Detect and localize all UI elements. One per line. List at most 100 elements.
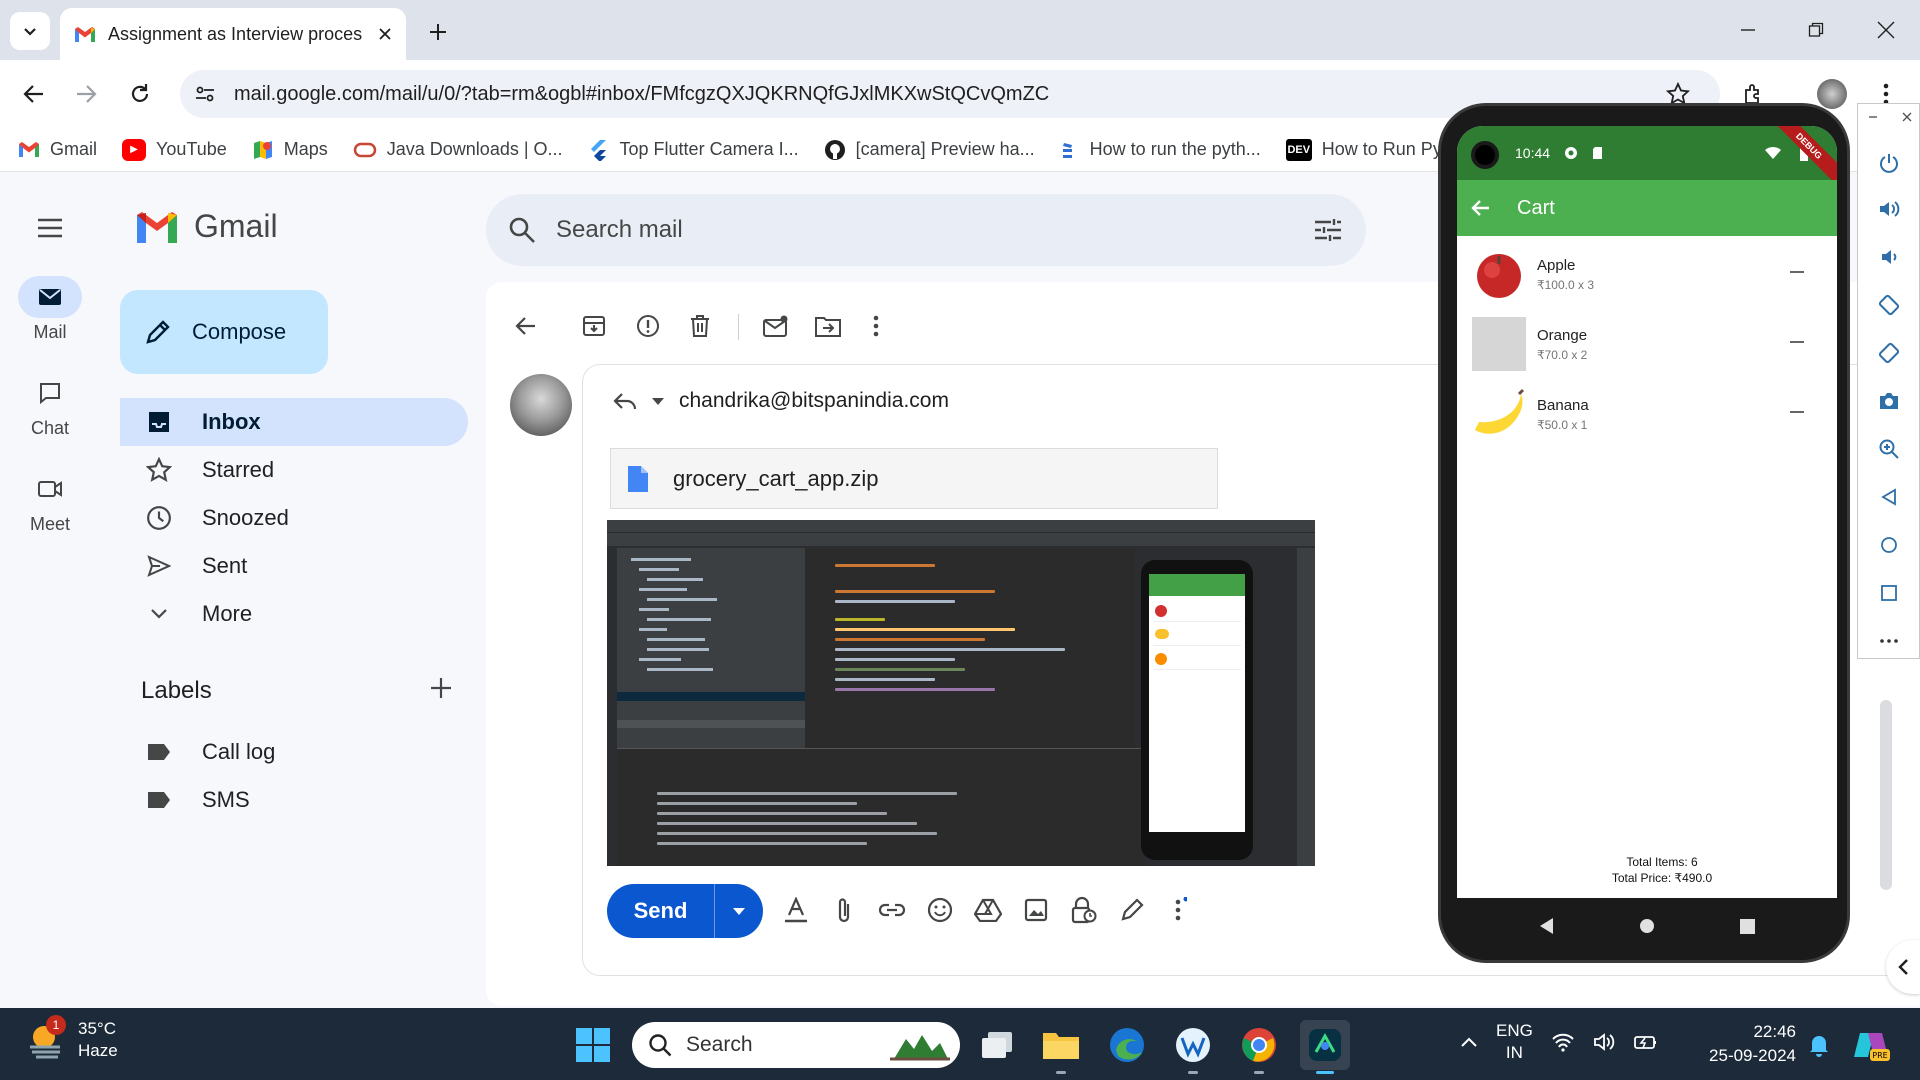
bookmark-camera-preview[interactable]: [camera] Preview ha... bbox=[824, 139, 1035, 161]
rail-chat[interactable]: Chat bbox=[0, 372, 100, 439]
emulator-back-button[interactable] bbox=[1872, 480, 1906, 514]
minimize-icon[interactable] bbox=[1868, 112, 1878, 122]
nav-more[interactable]: More bbox=[120, 590, 468, 638]
insert-photo-button[interactable] bbox=[1016, 890, 1056, 930]
search-icon[interactable] bbox=[508, 216, 536, 244]
label-call-log[interactable]: Call log bbox=[120, 728, 468, 776]
close-icon[interactable] bbox=[378, 27, 392, 41]
remove-item-button[interactable] bbox=[1787, 402, 1807, 422]
insert-signature-button[interactable] bbox=[1112, 890, 1152, 930]
rail-mail[interactable]: Mail bbox=[0, 276, 100, 343]
more-actions-button[interactable] bbox=[856, 306, 896, 346]
power-button[interactable] bbox=[1872, 146, 1906, 180]
cart-item-banana[interactable]: Banana ₹50.0 x 1 bbox=[1471, 384, 1821, 444]
mark-unread-button[interactable] bbox=[756, 306, 796, 346]
bookmark-gmail[interactable]: Gmail bbox=[18, 139, 97, 160]
nav-home-icon[interactable] bbox=[1639, 918, 1655, 934]
formatting-options-button[interactable] bbox=[776, 890, 816, 930]
start-button[interactable] bbox=[568, 1020, 618, 1070]
new-tab-button[interactable] bbox=[420, 14, 456, 50]
minimize-button[interactable] bbox=[1724, 10, 1772, 50]
restore-button[interactable] bbox=[1792, 10, 1840, 50]
bookmark-java-downloads[interactable]: Java Downloads | O... bbox=[353, 139, 563, 160]
reload-button[interactable] bbox=[120, 74, 160, 114]
remove-item-button[interactable] bbox=[1787, 262, 1807, 282]
nav-back-icon[interactable] bbox=[1539, 917, 1555, 935]
search-input[interactable]: Search mail bbox=[486, 194, 1366, 266]
remove-item-button[interactable] bbox=[1787, 332, 1807, 352]
browser-tab-active[interactable]: Assignment as Interview proces bbox=[60, 8, 406, 60]
chevron-up-icon[interactable] bbox=[1460, 1036, 1478, 1048]
bookmark-run-pyth[interactable]: DEV How to Run Pyth bbox=[1285, 138, 1457, 161]
ide-screenshot-image[interactable] bbox=[607, 520, 1315, 866]
nav-inbox[interactable]: Inbox bbox=[120, 398, 468, 446]
cart-item-apple[interactable]: Apple ₹100.0 x 3 bbox=[1471, 244, 1821, 304]
bookmark-maps[interactable]: Maps bbox=[252, 139, 328, 161]
emulator-more-button[interactable] bbox=[1872, 624, 1906, 658]
confidential-mode-button[interactable] bbox=[1064, 890, 1104, 930]
nav-starred[interactable]: Starred bbox=[120, 446, 468, 494]
emulator-overview-button[interactable] bbox=[1872, 576, 1906, 610]
create-label-button[interactable] bbox=[425, 672, 457, 704]
insert-link-button[interactable] bbox=[872, 890, 912, 930]
main-menu-button[interactable] bbox=[30, 208, 70, 248]
nav-sent[interactable]: Sent bbox=[120, 542, 468, 590]
input-language[interactable]: ENG IN bbox=[1496, 1020, 1533, 1064]
rotate-right-button[interactable] bbox=[1872, 336, 1906, 370]
move-to-button[interactable] bbox=[808, 306, 848, 346]
taskbar-app-w[interactable] bbox=[1168, 1020, 1218, 1074]
bookmark-youtube[interactable]: ▶ YouTube bbox=[122, 138, 227, 161]
taskbar-edge[interactable] bbox=[1102, 1020, 1152, 1070]
forward-button[interactable] bbox=[66, 74, 106, 114]
back-to-inbox-button[interactable] bbox=[506, 306, 546, 346]
rotate-left-button[interactable] bbox=[1872, 288, 1906, 322]
delete-button[interactable] bbox=[680, 306, 720, 346]
bookmark-run-python[interactable]: How to run the pyth... bbox=[1060, 139, 1261, 161]
report-spam-button[interactable] bbox=[628, 306, 668, 346]
sender-avatar[interactable] bbox=[510, 374, 572, 436]
back-arrow-icon[interactable] bbox=[1471, 198, 1491, 218]
tab-search-button[interactable] bbox=[10, 12, 50, 50]
label-sms[interactable]: SMS bbox=[120, 776, 468, 824]
nav-snoozed[interactable]: Snoozed bbox=[120, 494, 468, 542]
reply-icon[interactable] bbox=[613, 391, 637, 411]
attachment-chip[interactable]: grocery_cart_app.zip bbox=[610, 448, 1218, 509]
recipient-email[interactable]: chandrika@bitspanindia.com bbox=[679, 389, 949, 413]
volume-down-button[interactable] bbox=[1872, 240, 1906, 274]
zoom-button[interactable] bbox=[1872, 432, 1906, 466]
volume-up-button[interactable] bbox=[1872, 192, 1906, 226]
screenshot-button[interactable] bbox=[1872, 384, 1906, 418]
emulator-home-button[interactable] bbox=[1872, 528, 1906, 562]
nav-recents-icon[interactable] bbox=[1739, 918, 1755, 934]
more-options-button[interactable] bbox=[1160, 890, 1200, 930]
archive-button[interactable] bbox=[574, 306, 614, 346]
schedule-send-button[interactable] bbox=[715, 884, 763, 938]
caret-down-icon[interactable] bbox=[651, 396, 665, 406]
gmail-logo[interactable]: Gmail bbox=[134, 208, 278, 245]
weather-widget[interactable]: 1 35°C Haze bbox=[26, 1015, 118, 1062]
wifi-icon[interactable] bbox=[1551, 1032, 1575, 1052]
taskbar-chrome[interactable] bbox=[1234, 1020, 1284, 1074]
volume-icon[interactable] bbox=[1593, 1032, 1615, 1052]
taskbar-android-studio[interactable] bbox=[1300, 1020, 1350, 1074]
cart-item-orange[interactable]: Orange ₹70.0 x 2 bbox=[1471, 314, 1821, 374]
clock[interactable]: 22:46 25-09-2024 bbox=[1700, 1020, 1796, 1068]
window-close-button[interactable] bbox=[1862, 10, 1910, 50]
notifications-button[interactable] bbox=[1794, 1020, 1844, 1070]
bookmark-flutter-camera[interactable]: Top Flutter Camera I... bbox=[588, 139, 799, 161]
battery-charging-icon[interactable] bbox=[1633, 1032, 1659, 1052]
taskbar-file-explorer[interactable] bbox=[1036, 1020, 1086, 1074]
copilot-button[interactable]: PRE bbox=[1846, 1020, 1896, 1070]
insert-emoji-button[interactable] bbox=[920, 890, 960, 930]
taskbar-search[interactable]: Search bbox=[632, 1022, 960, 1068]
search-options-icon[interactable] bbox=[1314, 218, 1342, 242]
scrollbar[interactable] bbox=[1880, 700, 1892, 890]
taskbar-task-view[interactable] bbox=[972, 1020, 1022, 1070]
compose-button[interactable]: Compose bbox=[120, 290, 328, 374]
close-icon[interactable] bbox=[1902, 112, 1912, 122]
back-button[interactable] bbox=[14, 74, 54, 114]
site-info-icon[interactable] bbox=[194, 83, 216, 105]
send-button[interactable]: Send bbox=[607, 884, 715, 938]
attach-files-button[interactable] bbox=[824, 890, 864, 930]
insert-drive-button[interactable] bbox=[968, 890, 1008, 930]
